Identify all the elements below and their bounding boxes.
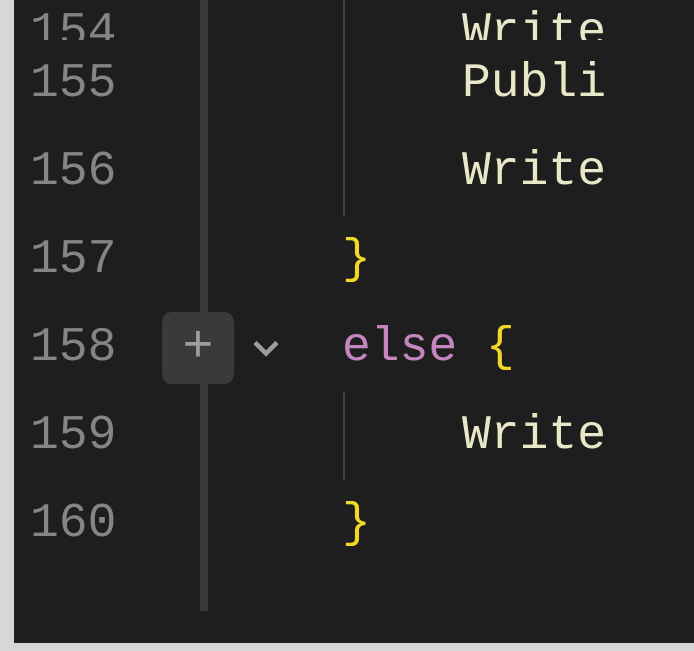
- line-number: 158: [0, 321, 170, 375]
- code-content[interactable]: Write: [310, 145, 606, 199]
- gutter: +: [170, 312, 310, 384]
- code-content[interactable]: else {: [310, 321, 515, 375]
- line-number: 159: [0, 409, 170, 463]
- code-content[interactable]: Write: [310, 6, 606, 40]
- code-line[interactable]: 156 Write: [0, 128, 694, 216]
- code-line[interactable]: 160 }: [0, 480, 694, 568]
- code-content[interactable]: Publi: [310, 57, 606, 111]
- plus-icon: +: [182, 322, 213, 374]
- token-identifier: Write: [462, 145, 606, 199]
- code-line[interactable]: 159 Write: [0, 392, 694, 480]
- indent-guide: [343, 40, 345, 128]
- token-brace: }: [342, 497, 371, 551]
- code-line[interactable]: 158 + else {: [0, 304, 694, 392]
- indent-guide: [343, 128, 345, 216]
- token-keyword: else: [342, 321, 457, 375]
- code-content[interactable]: Write: [310, 409, 606, 463]
- line-number: 160: [0, 497, 170, 551]
- indent-guide: [343, 392, 345, 480]
- token-brace: [457, 321, 486, 375]
- code-content[interactable]: }: [310, 497, 371, 551]
- code-line[interactable]: 157 }: [0, 216, 694, 304]
- chevron-down-icon: [244, 326, 288, 370]
- token-brace: }: [342, 233, 371, 287]
- code-line[interactable]: 154 Write: [0, 0, 694, 40]
- token-identifier: Publi: [462, 57, 606, 111]
- indent-guide: [343, 0, 345, 40]
- fold-toggle[interactable]: [244, 326, 288, 370]
- line-number: 156: [0, 145, 170, 199]
- line-number: 154: [0, 6, 170, 40]
- add-line-button[interactable]: +: [162, 312, 234, 384]
- token-identifier: Write: [462, 6, 606, 40]
- code-content[interactable]: }: [310, 233, 371, 287]
- code-editor: 154 Write 155 Publi 156 Write 157 }: [0, 0, 694, 651]
- code-line[interactable]: 155 Publi: [0, 40, 694, 128]
- token-brace: {: [486, 321, 515, 375]
- line-number: 155: [0, 57, 170, 111]
- token-identifier: Write: [462, 409, 606, 463]
- line-number: 157: [0, 233, 170, 287]
